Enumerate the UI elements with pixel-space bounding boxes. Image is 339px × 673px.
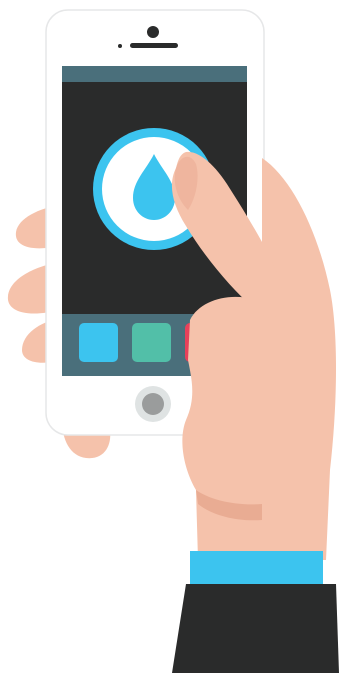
green-app-icon[interactable] (132, 323, 171, 362)
illustration-canvas (7, 9, 339, 673)
status-bar (62, 66, 247, 82)
home-button[interactable] (142, 393, 164, 415)
hand-holding-phone-illustration (0, 0, 339, 673)
proximity-sensor (118, 44, 122, 48)
shirt-cuff (190, 551, 323, 584)
earpiece-speaker (130, 43, 178, 48)
jacket-sleeve (172, 584, 339, 673)
blue-app-icon[interactable] (79, 323, 118, 362)
front-camera (147, 26, 159, 38)
